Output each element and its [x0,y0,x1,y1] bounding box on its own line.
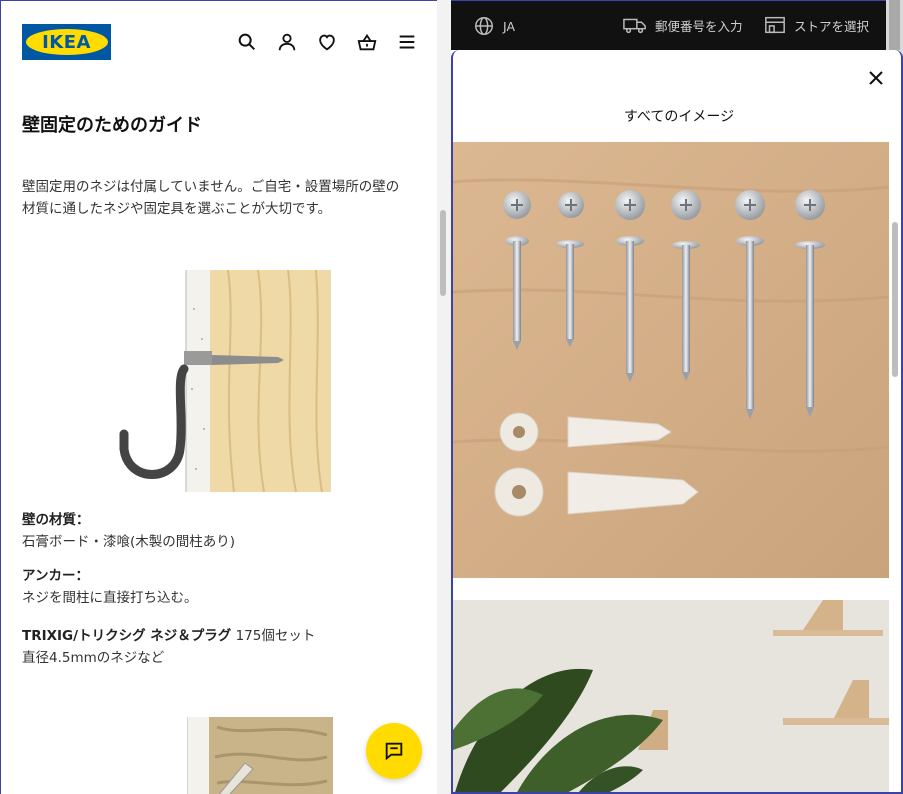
chat-button[interactable] [366,723,422,779]
heart-icon[interactable] [314,29,340,55]
guide-intro: 壁固定用のネジは付属していません。ご自宅・設置場所の壁の 材質に通したネジや固定… [22,176,422,220]
intro-line-2: 材質に通したネジや固定具を選ぶことが大切です。 [22,201,332,217]
language-selector[interactable]: JA [473,15,515,37]
top-bar: JA 郵便番号を入力 ストアを選択 [451,0,903,50]
search-icon[interactable] [234,29,260,55]
panel-scrollbar[interactable] [892,222,898,377]
store-icon [765,16,785,34]
close-icon [869,71,883,85]
wall-material-label: 壁の材質： [22,512,90,528]
postal-code-button[interactable]: 郵便番号を入力 [623,15,743,35]
product-detail: 直径4.5mmのネジなど [22,650,165,666]
product-name[interactable]: TRIXIG/トリクシグ ネジ＆プラグ [22,628,231,644]
product-page: IKEA 壁固定のためのガイド 壁固定用のネジは付属していません。ご自宅・設置場… [0,0,437,794]
page-divider [437,0,451,794]
product-line[interactable]: TRIXIG/トリクシグ ネジ＆プラグ 175個セット [22,624,315,644]
store-select-button[interactable]: ストアを選択 [764,15,869,35]
product-quantity: 175個セット [231,628,316,644]
truck-icon [623,18,646,34]
logo-text: IKEA [42,31,91,53]
close-button[interactable] [862,64,890,92]
wall-hook-illustration [119,269,331,493]
postal-code-label: 郵便番号を入力 [655,18,743,34]
intro-line-1: 壁固定用のネジは付属していません。ご自宅・設置場所の壁の [22,179,400,195]
wall-material-value: 石膏ボード・漆喰(木製の間柱あり) [22,534,236,550]
shelf-plant-image[interactable] [453,600,889,794]
screws-product-image[interactable] [453,142,889,578]
outer-scrollbar-thumb[interactable] [889,0,900,50]
user-icon[interactable] [274,29,300,55]
image-gallery-panel: すべてのイメージ [451,50,903,794]
anchor-label: アンカー： [22,568,89,584]
chat-icon [385,742,403,761]
ikea-logo[interactable]: IKEA [22,24,111,60]
guide-title: 壁固定のためのガイド [22,115,202,136]
wall-insulation-illustration [187,717,333,794]
logo-oval: IKEA [25,29,108,55]
left-scrollbar-thumb[interactable] [440,210,446,296]
anchor-value: ネジを間柱に直接打ち込む。 [22,590,198,606]
menu-icon[interactable] [394,29,420,55]
store-select-label: ストアを選択 [794,18,870,34]
language-label: JA [503,18,516,34]
basket-icon[interactable] [354,29,380,55]
panel-title: すべてのイメージ [623,109,735,125]
globe-icon [475,17,493,35]
